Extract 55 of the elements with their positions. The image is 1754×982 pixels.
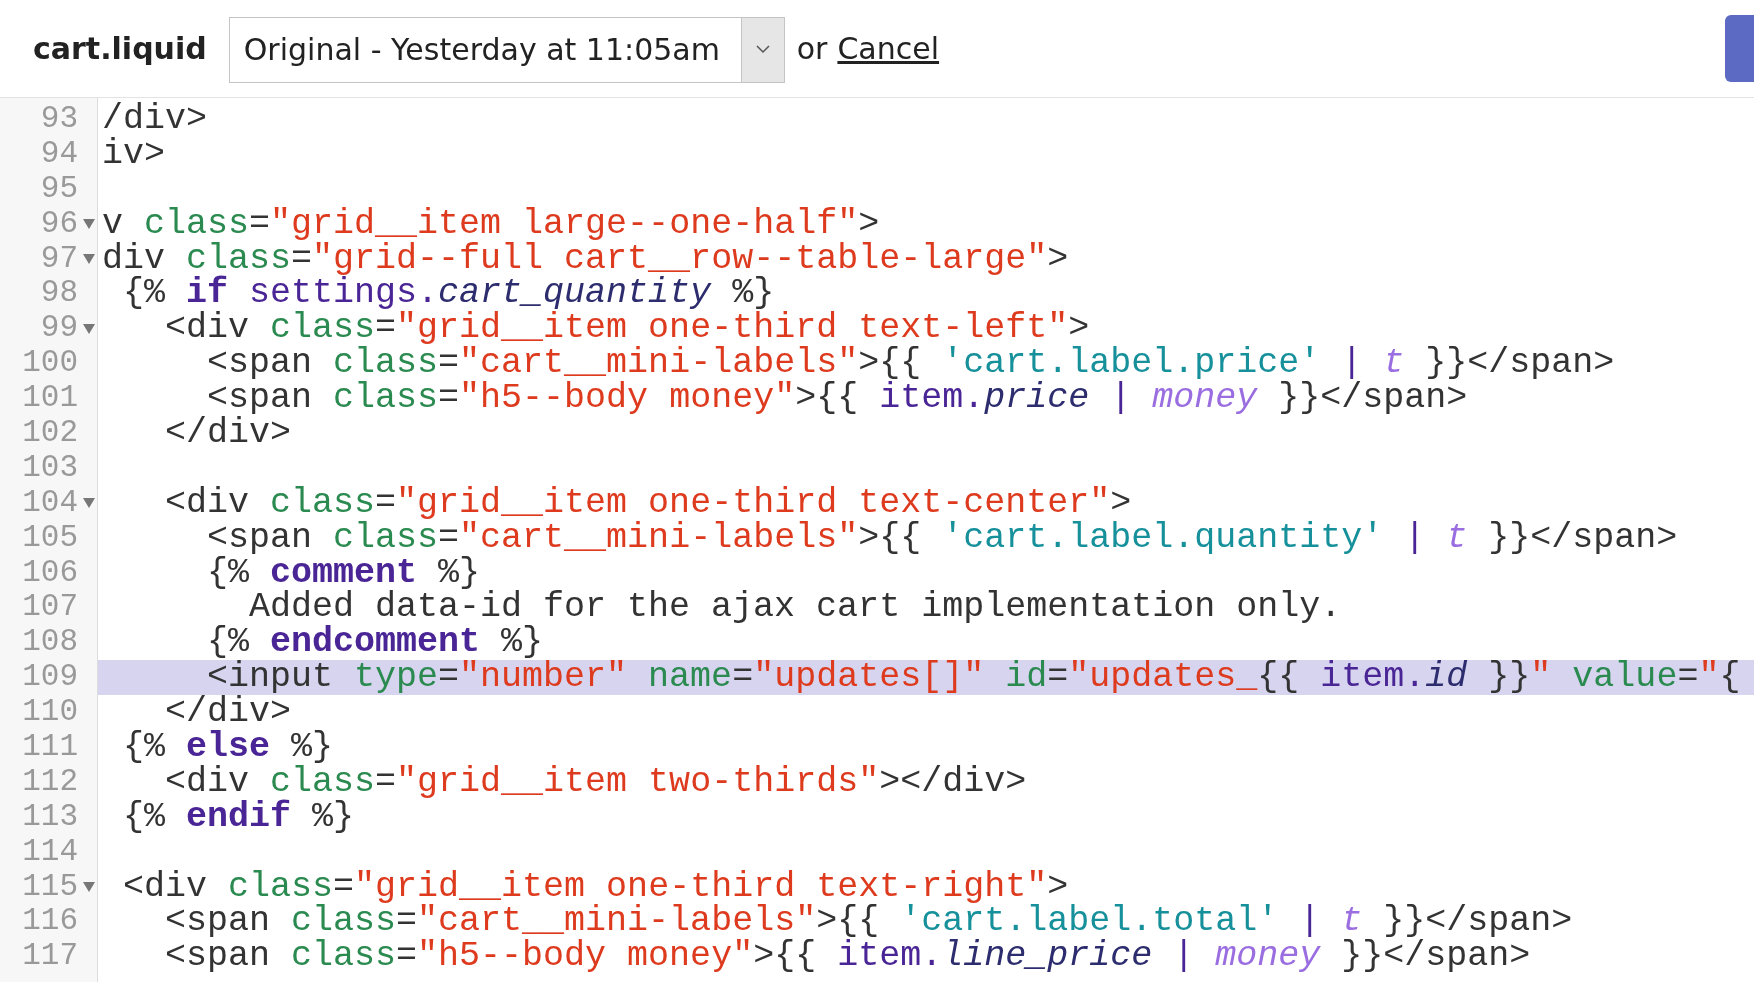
line-number: 113 [21, 799, 79, 835]
code-line: iv> [102, 136, 165, 172]
line-number: 93 [39, 102, 79, 137]
fold-arrow-icon[interactable] [82, 323, 95, 334]
line-number: 102 [21, 416, 79, 451]
code-line: {% endcomment %} [206, 625, 544, 661]
fold-arrow-icon[interactable] [82, 254, 95, 264]
line-number: 98 [39, 276, 79, 312]
line-number: 104 [21, 485, 79, 521]
fold-arrow-icon[interactable] [82, 219, 95, 230]
code-line: <div class="grid__item one-third text-right"> [122, 869, 1069, 905]
line-number: 108 [21, 625, 79, 661]
line-number: 110 [21, 695, 79, 731]
code-line: {% comment %} [206, 555, 481, 591]
line-number: 95 [39, 171, 79, 207]
code-line: {% if settings.cart_quantity %} [122, 276, 775, 312]
cancel-link[interactable]: Cancel [837, 31, 940, 66]
code-line: <span class="cart__mini-labels">{{ 'cart.label.total' | t }}</span> [164, 904, 1573, 940]
line-number: 115 [21, 869, 79, 905]
line-number: 114 [21, 834, 79, 870]
code-line: <div class="grid__item one-third text-center"> [164, 485, 1132, 521]
code-line: <span class="h5--body money">{{ item.price | money }}</span> [207, 381, 1468, 416]
or-text: or [796, 31, 828, 66]
line-number: 100 [21, 346, 79, 382]
line-number: 94 [39, 136, 79, 172]
code-line: <span class="cart__mini-labels">{{ 'cart.label.quantity' | t }}</span> [206, 520, 1678, 556]
code-line: <div class="grid__item one-third text-left"> [165, 311, 1090, 347]
line-number: 99 [39, 311, 79, 347]
code-line: <span class="cart__mini-labels">{{ 'cart.label.price' | t }}</span> [206, 346, 1615, 382]
fold-arrow-icon[interactable] [82, 498, 95, 509]
line-number: 101 [21, 381, 79, 417]
file-name: cart.liquid [33, 31, 207, 66]
code-line: <span class="h5--body money">{{ item.line_price | money }}</span> [164, 939, 1531, 975]
line-number: 97 [39, 241, 79, 277]
line-number: 116 [21, 904, 79, 940]
line-number: 109 [21, 660, 79, 696]
version-select[interactable]: Original - Yesterday at 11:05am [228, 16, 785, 83]
code-line: {% else %} [122, 730, 334, 765]
line-number: 106 [21, 555, 79, 591]
code-line: {% endif %} [122, 799, 355, 835]
line-number: 117 [21, 939, 79, 975]
line-number: 103 [21, 450, 79, 486]
code-line: </div> [165, 695, 292, 731]
line-number: 105 [21, 520, 79, 556]
caret-icon [755, 45, 770, 54]
code-line: Added data-id for the ajax cart implementation only. [249, 590, 1342, 626]
line-number: 111 [21, 730, 79, 765]
code-line: </div> [164, 416, 292, 451]
fold-arrow-icon[interactable] [82, 882, 95, 893]
line-number: 107 [21, 590, 79, 626]
line-number: 96 [39, 206, 79, 242]
line-number: 112 [21, 764, 79, 800]
code-line: v class="grid__item large--one-half"> [102, 206, 880, 242]
code-line: <div class="grid__item two-thirds"></div> [165, 764, 1027, 800]
code-line: /div> [102, 102, 208, 137]
